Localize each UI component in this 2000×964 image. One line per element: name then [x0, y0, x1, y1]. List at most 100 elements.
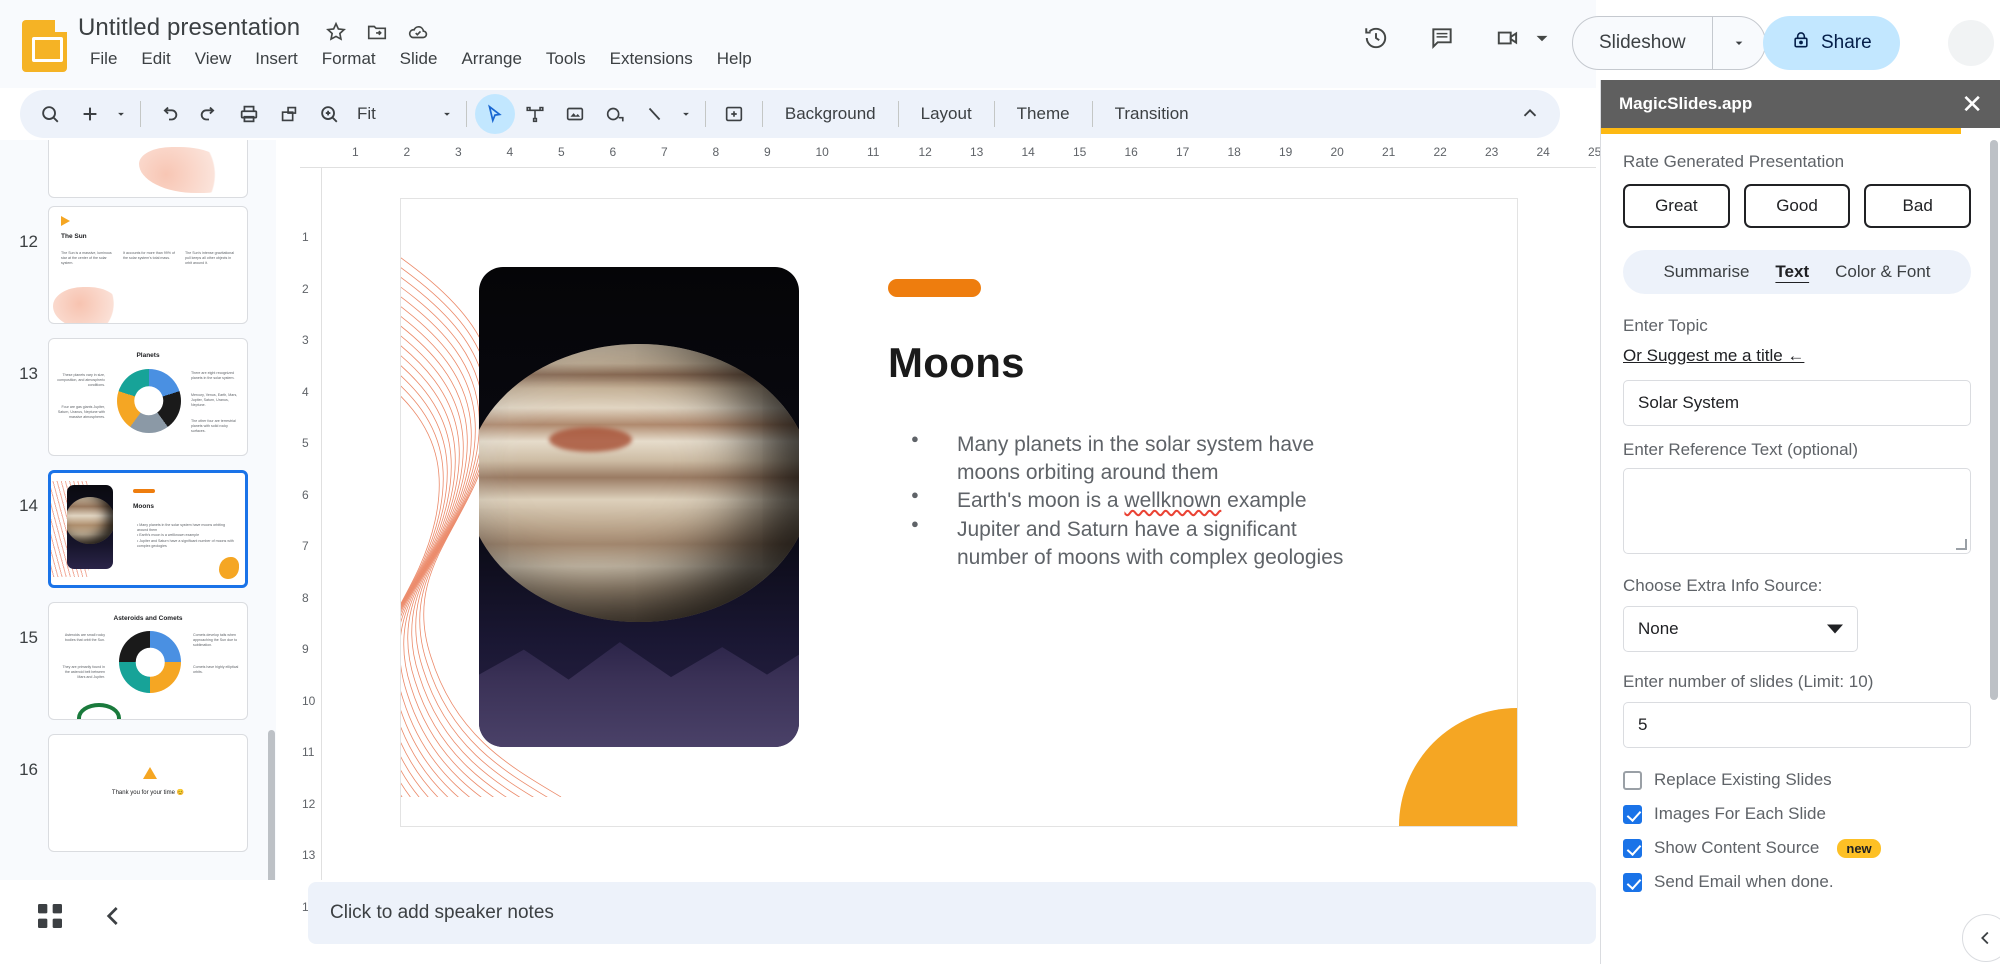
checkbox-icon[interactable]	[1623, 804, 1642, 824]
collapse-toolbar-icon[interactable]	[1510, 94, 1550, 134]
zoom-level-label[interactable]: Fit	[349, 104, 384, 124]
checkbox-icon[interactable]	[1623, 770, 1642, 790]
close-icon[interactable]: ✕	[1961, 91, 1983, 117]
filmstrip-scrollbar[interactable]	[268, 730, 275, 880]
search-icon[interactable]	[30, 94, 70, 134]
checkbox-show-content-source[interactable]: Show Content Source new	[1623, 838, 1971, 858]
slide-title[interactable]: Moons	[888, 339, 1025, 387]
ruler-tick-h: 24	[1536, 145, 1550, 159]
menu-help[interactable]: Help	[705, 46, 764, 72]
menu-tools[interactable]: Tools	[534, 46, 598, 72]
thumb-body-15b: They are primarily found in the asteroid…	[62, 665, 105, 680]
checkbox-replace-existing-slides[interactable]: Replace Existing Slides	[1623, 770, 1971, 790]
thumb-body-15a: Asteroids are small rocky bodies that or…	[64, 633, 105, 643]
extra-info-select[interactable]: None	[1623, 606, 1858, 652]
current-slide[interactable]: Moons Many planets in the solar system h…	[400, 198, 1518, 827]
select-tool-icon[interactable]	[474, 94, 515, 134]
list-item[interactable]	[0, 140, 276, 198]
line-dropdown-icon[interactable]	[675, 94, 697, 134]
menu-file[interactable]: File	[78, 46, 129, 72]
list-item[interactable]: 13 Planets These planets vary in size, c…	[0, 338, 276, 456]
menu-arrange[interactable]: Arrange	[449, 46, 533, 72]
menu-edit[interactable]: Edit	[129, 46, 182, 72]
checkbox-send-email-when-done[interactable]: Send Email when done.	[1623, 872, 1971, 892]
layout-button[interactable]: Layout	[907, 98, 986, 130]
checkbox-images-for-each-slide[interactable]: Images For Each Slide	[1623, 804, 1971, 824]
ruler-tick-v: 10	[302, 693, 316, 708]
tab-summarise[interactable]: Summarise	[1663, 262, 1749, 282]
thumb-slide-11[interactable]	[48, 140, 248, 198]
slides-count-input[interactable]: 5	[1623, 702, 1971, 748]
reference-textarea[interactable]	[1623, 468, 1971, 554]
share-button[interactable]: Share	[1763, 16, 1900, 70]
list-item[interactable]: 16 Thank you for your time 😊	[0, 734, 276, 852]
slide-body-bullets[interactable]: Many planets in the solar system have mo…	[901, 430, 1351, 573]
tab-text[interactable]: Text	[1775, 262, 1809, 282]
slideshow-dropdown-icon[interactable]	[1713, 17, 1765, 69]
thumb-slide-14[interactable]: Moons • Many planets in the solar system…	[48, 470, 248, 588]
paint-format-icon[interactable]	[269, 94, 309, 134]
print-icon[interactable]	[229, 94, 269, 134]
thumb-body-14: • Many planets in the solar system have …	[137, 523, 234, 548]
rate-great-button[interactable]: Great	[1623, 184, 1730, 228]
list-item[interactable]: 15 Asteroids and Comets Asteroids are sm…	[0, 602, 276, 720]
list-item[interactable]: 12 The Sun The Sun is a massive, luminou…	[0, 206, 276, 324]
menu-extensions[interactable]: Extensions	[598, 46, 705, 72]
slide-filmstrip[interactable]: 12 The Sun The Sun is a massive, luminou…	[0, 140, 276, 880]
topic-label: Enter Topic	[1623, 316, 1708, 335]
insert-placeholder-icon[interactable]	[714, 94, 754, 134]
thumb-slide-13[interactable]: Planets These planets vary in size, comp…	[48, 338, 248, 456]
version-history-icon[interactable]	[1358, 20, 1394, 56]
zoom-icon[interactable]	[309, 94, 349, 134]
new-slide-dropdown-icon[interactable]	[110, 94, 132, 134]
ruler-tick-v: 12	[302, 796, 316, 811]
thumb-slide-12[interactable]: The Sun The Sun is a massive, luminous s…	[48, 206, 248, 324]
tab-color-font[interactable]: Color & Font	[1835, 262, 1930, 282]
list-item[interactable]: 14 Moons • Many planets in the solar sys…	[0, 470, 276, 588]
background-button[interactable]: Background	[771, 98, 890, 130]
star-icon[interactable]	[325, 21, 347, 43]
magicslides-sidebar[interactable]: MagicSlides.app ✕ Rate Generated Present…	[1600, 80, 2000, 964]
insert-image-icon[interactable]	[555, 94, 595, 134]
comment-icon[interactable]	[1424, 20, 1460, 56]
text-box-icon[interactable]	[515, 94, 555, 134]
speaker-notes-area[interactable]: Click to add speaker notes	[308, 882, 1596, 944]
thumb-slide-16[interactable]: Thank you for your time 😊	[48, 734, 248, 852]
suggest-title-link[interactable]: Or Suggest me a title ←	[1623, 346, 1804, 366]
checkbox-icon[interactable]	[1623, 838, 1642, 858]
grid-view-icon[interactable]	[34, 900, 66, 932]
checkbox-icon[interactable]	[1623, 872, 1642, 892]
slideshow-button[interactable]: Slideshow	[1573, 17, 1712, 69]
cloud-saved-icon[interactable]	[407, 21, 429, 43]
planet-image[interactable]	[479, 267, 799, 747]
slide-canvas-area[interactable]: Moons Many planets in the solar system h…	[322, 168, 1596, 880]
meet-caret-icon[interactable]	[1524, 20, 1560, 56]
redo-icon[interactable]	[189, 94, 229, 134]
line-icon[interactable]	[635, 94, 675, 134]
rate-bad-button[interactable]: Bad	[1864, 184, 1972, 228]
checkbox-label: Replace Existing Slides	[1654, 770, 1832, 789]
collapse-filmstrip-icon[interactable]	[98, 900, 130, 932]
thumb-slide-15[interactable]: Asteroids and Comets Asteroids are small…	[48, 602, 248, 720]
menu-view[interactable]: View	[183, 46, 244, 72]
rate-good-button[interactable]: Good	[1743, 184, 1851, 228]
slideshow-button-group[interactable]: Slideshow	[1572, 16, 1766, 70]
shape-icon[interactable]	[595, 94, 635, 134]
transition-button[interactable]: Transition	[1101, 98, 1203, 130]
new-slide-icon[interactable]	[70, 94, 110, 134]
menu-slide[interactable]: Slide	[388, 46, 450, 72]
thumb-corner-shape	[219, 557, 239, 579]
topic-input[interactable]: Solar System	[1623, 380, 1971, 426]
menu-insert[interactable]: Insert	[243, 46, 310, 72]
menu-format[interactable]: Format	[310, 46, 388, 72]
move-to-folder-icon[interactable]	[366, 21, 388, 43]
zoom-dropdown-icon[interactable]	[436, 94, 458, 134]
meet-camera-icon[interactable]	[1490, 20, 1526, 56]
undo-icon[interactable]	[149, 94, 189, 134]
theme-button[interactable]: Theme	[1003, 98, 1084, 130]
sidebar-scrollbar[interactable]	[1990, 140, 1998, 700]
lock-icon	[1791, 30, 1811, 56]
avatar[interactable]	[1948, 20, 1994, 66]
thumb-body-15c: Comets develop tails when approaching th…	[193, 633, 238, 648]
document-title[interactable]: Untitled presentation	[78, 14, 300, 42]
